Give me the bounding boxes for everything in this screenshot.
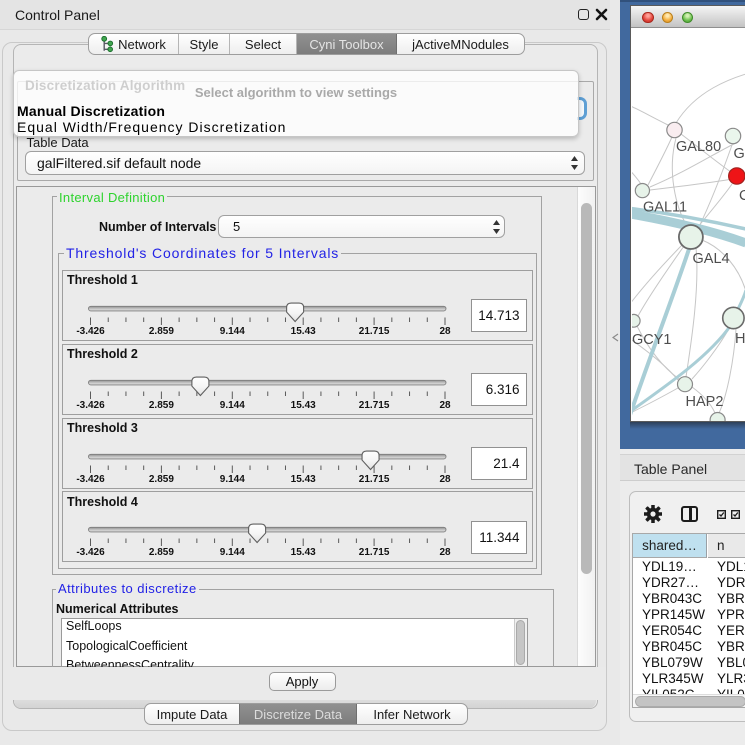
svg-text:-3.426: -3.426 <box>76 326 105 337</box>
svg-text:21.715: 21.715 <box>359 547 390 558</box>
svg-text:GAL80: GAL80 <box>676 139 721 155</box>
svg-text:28: 28 <box>439 400 451 411</box>
svg-text:2.859: 2.859 <box>149 326 174 337</box>
svg-text:15.43: 15.43 <box>291 326 316 337</box>
svg-text:9.144: 9.144 <box>220 400 245 411</box>
svg-text:9.144: 9.144 <box>220 547 245 558</box>
svg-text:28: 28 <box>439 326 451 337</box>
svg-text:GCY1: GCY1 <box>632 332 672 348</box>
svg-text:GAL4: GAL4 <box>693 251 730 267</box>
svg-text:-3.426: -3.426 <box>76 400 105 411</box>
svg-text:28: 28 <box>439 547 451 558</box>
svg-text:-3.426: -3.426 <box>76 547 105 558</box>
svg-text:G.: G. <box>734 146 745 162</box>
svg-text:H: H <box>735 331 745 347</box>
svg-text:9.144: 9.144 <box>220 474 245 485</box>
svg-text:2.859: 2.859 <box>149 547 174 558</box>
svg-text:GAL11: GAL11 <box>643 200 687 216</box>
svg-text:15.43: 15.43 <box>291 474 316 485</box>
svg-text:9.144: 9.144 <box>220 326 245 337</box>
svg-text:2.859: 2.859 <box>149 400 174 411</box>
svg-text:21.715: 21.715 <box>359 400 390 411</box>
svg-text:HAP2: HAP2 <box>686 394 724 410</box>
svg-text:15.43: 15.43 <box>291 547 316 558</box>
svg-text:28: 28 <box>439 474 451 485</box>
svg-text:2.859: 2.859 <box>149 474 174 485</box>
svg-text:-3.426: -3.426 <box>76 474 105 485</box>
svg-text:C: C <box>739 188 745 204</box>
svg-text:21.715: 21.715 <box>359 474 390 485</box>
svg-text:21.715: 21.715 <box>359 326 390 337</box>
svg-text:15.43: 15.43 <box>291 400 316 411</box>
